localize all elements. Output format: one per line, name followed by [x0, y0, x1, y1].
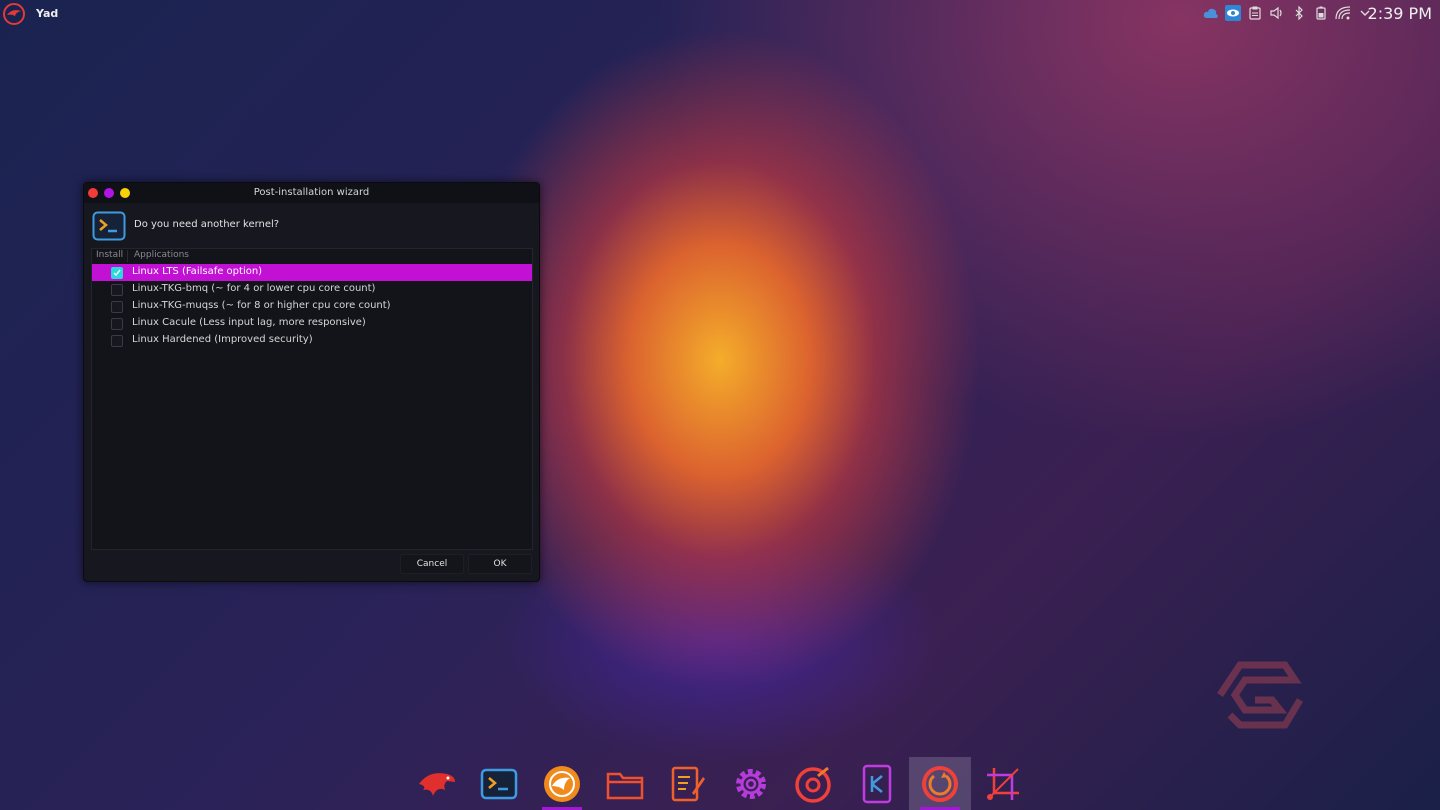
bluetooth-icon[interactable] [1290, 4, 1308, 22]
volume-icon[interactable] [1268, 4, 1286, 22]
dock-item-screenshot[interactable] [978, 757, 1028, 810]
kde-connect-icon [862, 764, 892, 803]
dock-item-text-editor[interactable] [663, 757, 713, 810]
dock-item-garuda[interactable] [412, 757, 462, 810]
garuda-eagle-icon [419, 772, 455, 796]
top-panel: Yad 2:39 PM [0, 0, 1440, 28]
wifi-icon[interactable] [1334, 4, 1352, 22]
column-separator [127, 250, 128, 262]
column-header-applications[interactable]: Applications [134, 250, 189, 260]
disc-music-icon [795, 766, 831, 803]
battery-icon[interactable] [1312, 4, 1330, 22]
dock-item-updater[interactable] [909, 757, 971, 810]
list-item-label: Linux-TKG-muqss (~ for 8 or higher cpu c… [132, 300, 391, 311]
install-checkbox[interactable] [111, 335, 123, 347]
terminal-icon [92, 211, 126, 241]
dock-item-music[interactable] [789, 757, 839, 810]
dialog-titlebar[interactable]: Post-installation wizard [84, 183, 539, 203]
clipboard-icon[interactable] [1246, 4, 1264, 22]
list-item-label: Linux Hardened (Improved security) [132, 334, 313, 345]
dock-item-kde-connect[interactable] [852, 757, 902, 810]
dock-item-files[interactable] [600, 757, 650, 810]
browser-icon [544, 765, 580, 802]
list-item-linux-tkg-bmq[interactable]: Linux-TKG-bmq (~ for 4 or lower cpu core… [92, 281, 532, 298]
settings-gear-icon [736, 768, 766, 799]
dock-item-terminal[interactable] [474, 757, 524, 810]
dialog-question: Do you need another kernel? [134, 219, 280, 230]
install-checkbox[interactable] [111, 284, 123, 296]
dock-item-settings[interactable] [726, 757, 776, 810]
list-item-label: Linux Cacule (Less input lag, more respo… [132, 317, 366, 328]
ok-button[interactable]: OK [468, 554, 532, 574]
garuda-logo-icon[interactable] [2, 2, 26, 26]
system-tray [1202, 4, 1374, 22]
list-item-label: Linux LTS (Failsafe option) [132, 266, 263, 277]
list-item-label: Linux-TKG-bmq (~ for 4 or lower cpu core… [132, 283, 376, 294]
cancel-button[interactable]: Cancel [400, 554, 464, 574]
screenshot-crop-icon [987, 767, 1019, 800]
install-checkbox[interactable] [111, 301, 123, 313]
terminal-icon [480, 768, 518, 799]
list-header: Install Applications [92, 249, 532, 263]
list-item-linux-tkg-muqss[interactable]: Linux-TKG-muqss (~ for 8 or higher cpu c… [92, 298, 532, 315]
kernel-list: Install Applications Linux LTS (Failsafe… [91, 248, 533, 550]
list-item-linux-lts[interactable]: Linux LTS (Failsafe option) [92, 264, 532, 281]
eye-icon[interactable] [1224, 4, 1242, 22]
dock-item-browser[interactable] [537, 757, 587, 810]
list-item-linux-hardened[interactable]: Linux Hardened (Improved security) [92, 332, 532, 349]
cloud-icon[interactable] [1202, 4, 1220, 22]
clock[interactable]: 2:39 PM [1368, 4, 1432, 23]
active-app-name: Yad [36, 7, 59, 20]
post-install-wizard-dialog: Post-installation wizard Do you need ano… [83, 182, 540, 582]
folder-icon [606, 772, 644, 799]
text-editor-icon [671, 766, 705, 801]
update-icon [922, 765, 958, 802]
install-checkbox[interactable] [111, 318, 123, 330]
desktop-watermark-logo [1210, 655, 1305, 735]
install-checkbox[interactable] [111, 267, 123, 279]
list-item-linux-cacule[interactable]: Linux Cacule (Less input lag, more respo… [92, 315, 532, 332]
dock [410, 757, 1030, 810]
column-header-install[interactable]: Install [96, 250, 123, 260]
dialog-title: Post-installation wizard [253, 187, 370, 198]
